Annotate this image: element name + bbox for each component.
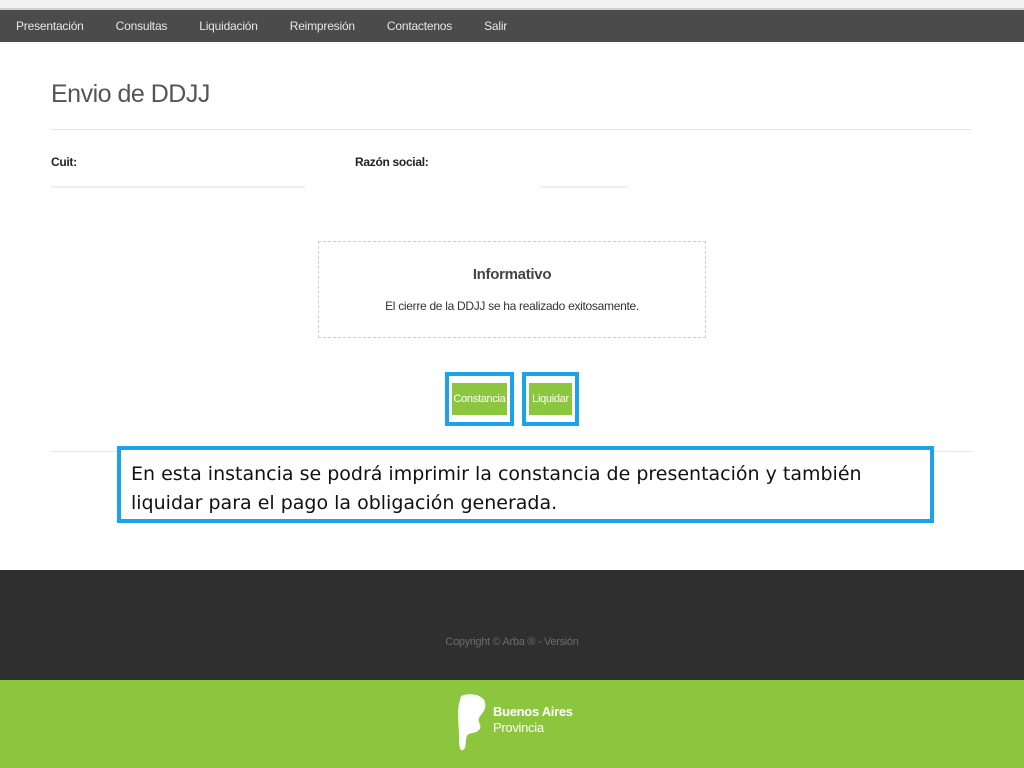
info-message: El cierre de la DDJJ se ha realizado exi… <box>385 299 639 313</box>
logo-line-2: Provincia <box>493 720 544 735</box>
browser-top-strip <box>0 0 1024 10</box>
buenos-aires-logo: Buenos Aires Provincia <box>455 692 573 754</box>
constancia-button[interactable]: Constancia <box>452 383 507 415</box>
annotation-callout: En esta instancia se podrá imprimir la c… <box>117 446 934 523</box>
cuit-value-placeholder <box>51 186 305 188</box>
liquidar-button[interactable]: Liquidar <box>529 383 572 415</box>
footer-dark <box>0 570 1024 680</box>
province-map-icon <box>458 694 486 751</box>
razon-social-label: Razón social: <box>355 155 429 169</box>
title-divider <box>51 129 972 130</box>
nav-item-contactenos[interactable]: Contactenos <box>387 19 452 33</box>
info-title: Informativo <box>472 266 552 283</box>
nav-item-reimpresion[interactable]: Reimpresión <box>290 19 355 33</box>
nav-item-salir[interactable]: Salir <box>484 19 507 33</box>
main-navbar: Presentación Consultas Liquidación Reimp… <box>0 10 1024 42</box>
logo-line-1: Buenos Aires <box>493 704 573 719</box>
nav-item-liquidacion[interactable]: Liquidación <box>199 19 258 33</box>
razon-social-value-placeholder <box>540 186 628 188</box>
info-panel: Informativo El cierre de la DDJJ se ha r… <box>318 241 706 338</box>
nav-item-presentacion[interactable]: Presentación <box>16 19 84 33</box>
constancia-highlight: Constancia <box>445 372 514 426</box>
nav-item-consultas[interactable]: Consultas <box>116 19 168 33</box>
copyright-text: Copyright © Arba ® - Versión <box>445 636 579 648</box>
cuit-label: Cuit: <box>51 155 77 169</box>
page-title: Envio de DDJJ <box>51 80 210 108</box>
liquidar-highlight: Liquidar <box>522 372 579 426</box>
logo-text: Buenos Aires Provincia <box>493 704 573 736</box>
